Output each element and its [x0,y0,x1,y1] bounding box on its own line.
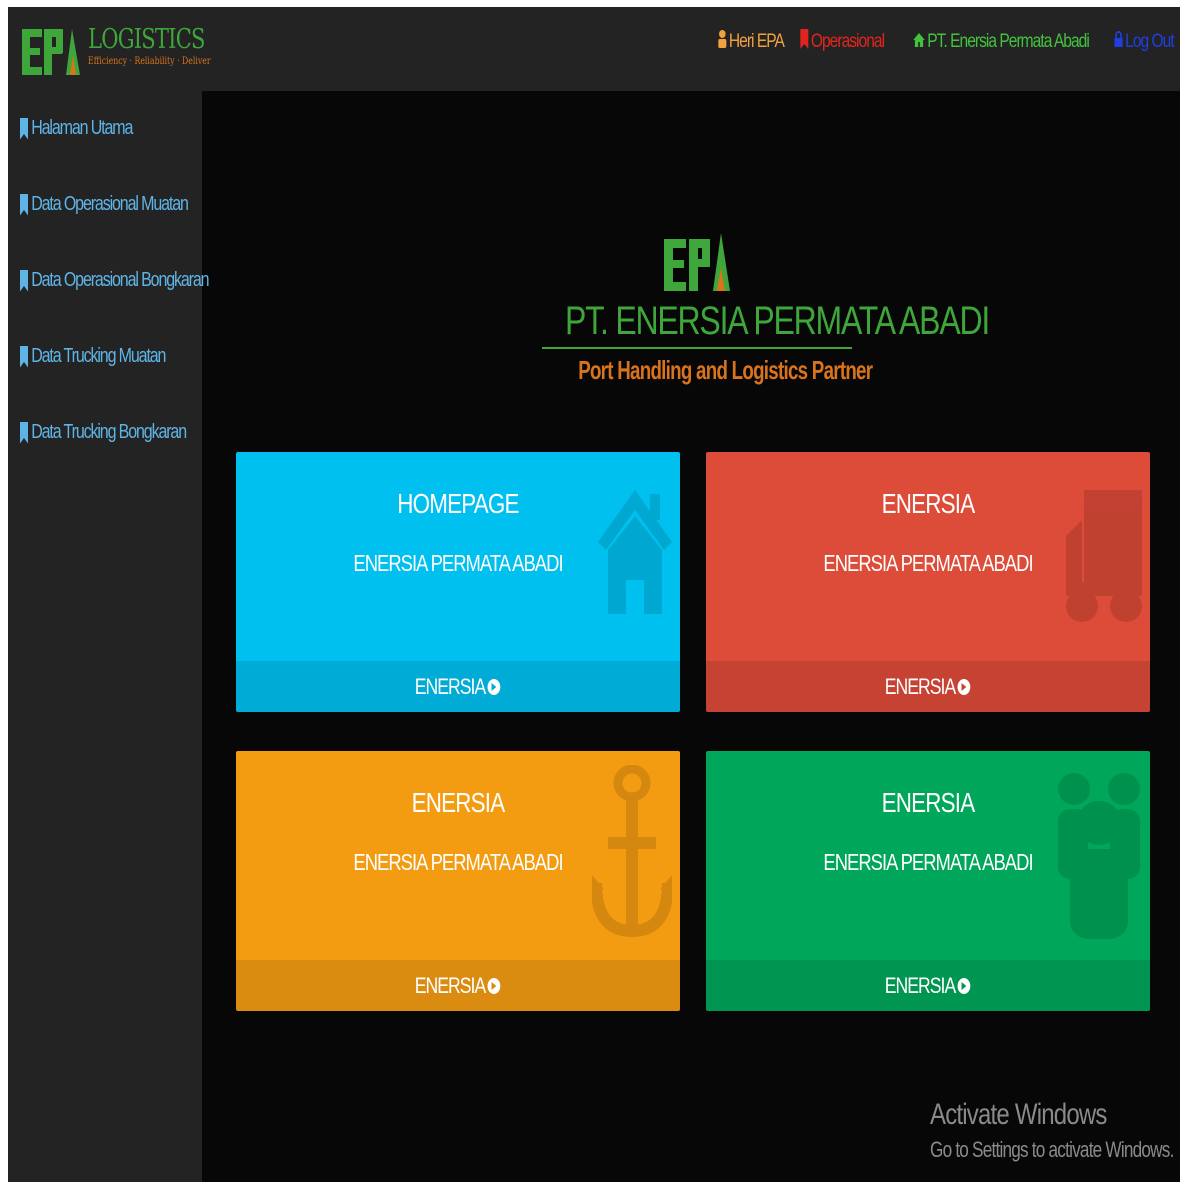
card-users[interactable]: ENERSIA ENERSIA PERMATA ABADI ENERSIA [706,751,1150,1011]
nav-company-link[interactable]: PT. Enersia Permata Abadi [912,31,1090,53]
bookmark-icon [800,29,809,55]
card-title: ENERSIA [881,787,976,818]
top-navbar: LOGISTICS Efficiency · Reliability · Del… [8,7,1180,91]
bookmark-icon [20,421,28,444]
card-footer-link[interactable]: ENERSIA [236,960,680,1011]
arrow-circle-right-icon [958,678,971,695]
company-name: PT. ENERSIA PERMATA ABADI [565,299,990,343]
card-footer-label: ENERSIA [415,972,487,998]
card-truck[interactable]: ENERSIA ENERSIA PERMATA ABADI ENERSIA [706,452,1150,712]
sidebar: Halaman Utama Data Operasional Muatan Da… [8,91,210,1182]
user-icon [718,30,727,54]
nav-user-link[interactable]: Heri EPA [718,30,785,54]
arrow-circle-right-icon [488,678,501,695]
sidebar-item-label: Data Operasional Muatan [31,193,189,215]
epa-logo-icon [22,29,80,75]
app-window: LOGISTICS Efficiency · Reliability · Del… [8,7,1180,1182]
brand-tagline: Efficiency · Reliability · Deliver [88,56,211,67]
company-tagline: Port Handling and Logistics Partner [578,355,873,385]
card-subtitle: ENERSIA PERMATA ABADI [823,849,1033,875]
windows-activation-watermark: Activate Windows Go to Settings to activ… [930,1097,1180,1163]
navbar-links: Heri EPA Operasional PT. Enersia Permata… [711,27,1180,57]
nav-logout-link[interactable]: Log Out [1114,31,1175,53]
lock-icon [1114,31,1123,53]
card-footer-link[interactable]: ENERSIA [706,661,1150,712]
nav-user-label: Heri EPA [729,31,785,52]
watermark-title: Activate Windows [930,1098,1107,1131]
nav-logout-label: Log Out [1124,31,1175,52]
sidebar-item-label: Halaman Utama [31,117,133,139]
card-footer-label: ENERSIA [415,673,487,699]
nav-operational-label: Operasional [811,31,885,52]
sidebar-item-trucking-muatan[interactable]: Data Trucking Muatan [20,345,166,368]
bookmark-icon [20,193,28,216]
card-footer-link[interactable]: ENERSIA [706,960,1150,1011]
watermark-subtitle: Go to Settings to activate Windows. [930,1137,1174,1162]
card-homepage[interactable]: HOMEPAGE ENERSIA PERMATA ABADI ENERSIA [236,452,680,712]
nav-company-label: PT. Enersia Permata Abadi [926,31,1090,52]
card-footer-label: ENERSIA [885,673,957,699]
card-footer-link[interactable]: ENERSIA [236,661,680,712]
sidebar-item-operasional-muatan[interactable]: Data Operasional Muatan [20,193,189,216]
bookmark-icon [20,117,28,140]
brand-logo[interactable]: LOGISTICS Efficiency · Reliability · Del… [22,25,245,81]
bookmark-icon [20,345,28,368]
sidebar-item-label: Data Trucking Bongkaran [31,421,187,443]
sidebar-item-halaman-utama[interactable]: Halaman Utama [20,117,133,140]
sidebar-item-label: Data Operasional Bongkaran [31,269,209,291]
card-subtitle: ENERSIA PERMATA ABADI [353,550,563,576]
card-footer-label: ENERSIA [885,972,957,998]
home-icon [912,31,925,53]
arrow-circle-right-icon [488,977,501,994]
sidebar-item-operasional-bongkaran[interactable]: Data Operasional Bongkaran [20,269,210,292]
arrow-circle-right-icon [958,977,971,994]
epa-logo-icon [664,233,730,291]
card-title: ENERSIA [881,488,976,519]
card-subtitle: ENERSIA PERMATA ABADI [823,550,1033,576]
card-anchor[interactable]: ENERSIA ENERSIA PERMATA ABADI ENERSIA [236,751,680,1011]
card-title: ENERSIA [411,787,506,818]
company-logo-block: PT. ENERSIA PERMATA ABADI Port Handling … [532,233,990,385]
bookmark-icon [20,269,28,292]
card-title: HOMEPAGE [397,488,519,519]
sidebar-item-trucking-bongkaran[interactable]: Data Trucking Bongkaran [20,421,187,444]
card-subtitle: ENERSIA PERMATA ABADI [353,849,563,875]
divider [542,347,852,349]
nav-operational-link[interactable]: Operasional [800,29,885,55]
sidebar-item-label: Data Trucking Muatan [31,345,166,367]
brand-title: LOGISTICS [88,24,205,55]
